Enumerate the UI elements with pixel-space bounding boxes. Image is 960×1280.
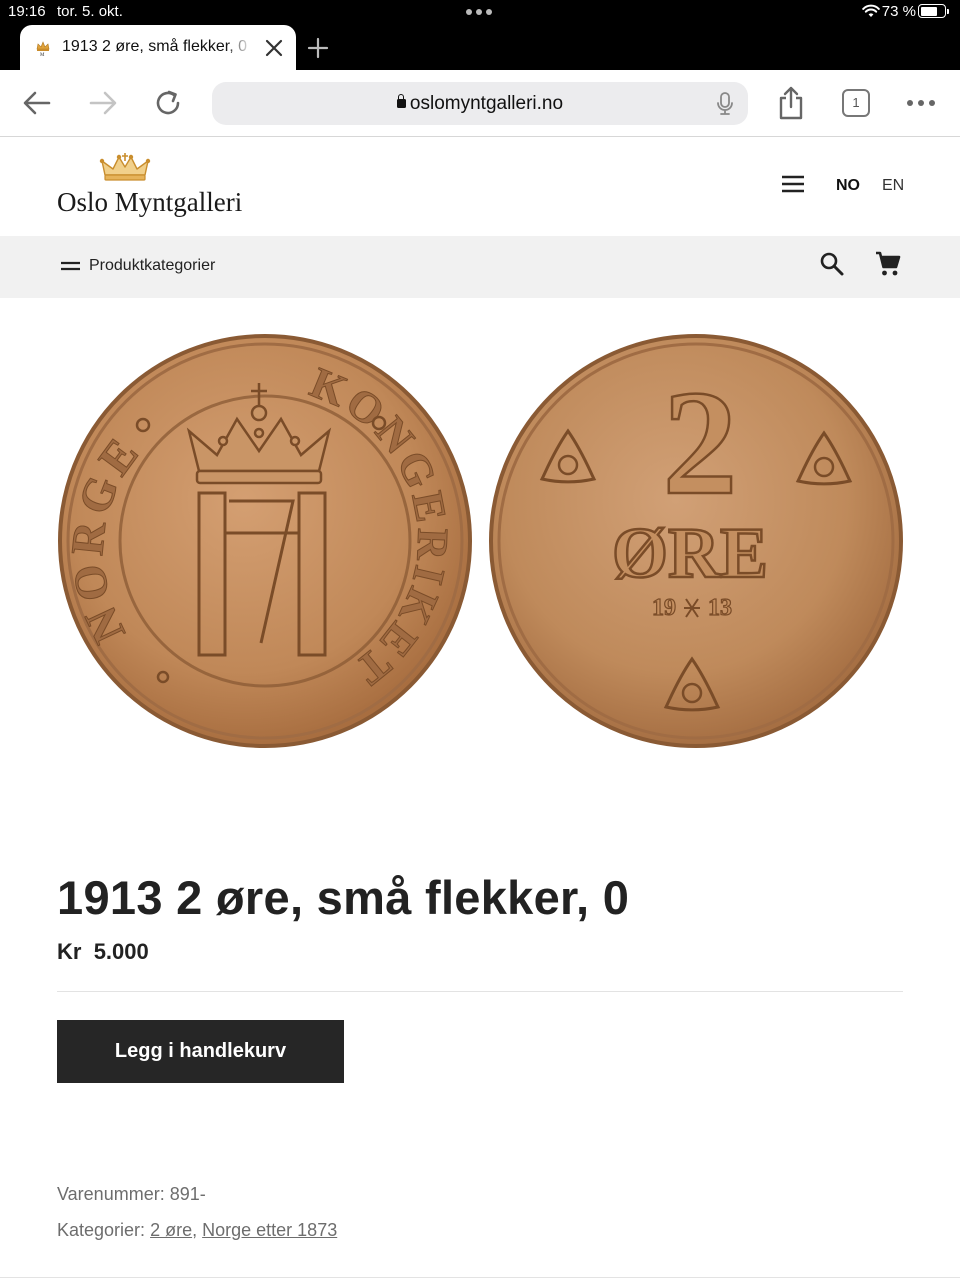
- browser-top-chrome: 19:16 tor. 5. okt. 73 % M 1913 2 øre, sm…: [0, 0, 960, 70]
- coin-unit: ØRE: [612, 513, 768, 593]
- product-categories: Kategorier: 2 øre, Norge etter 1873: [57, 1220, 337, 1241]
- coin-year-right: 13: [708, 595, 732, 621]
- status-date: tor. 5. okt.: [57, 3, 123, 20]
- browser-tab-active[interactable]: M 1913 2 øre, små flekker, 0: [20, 25, 296, 70]
- address-bar[interactable]: oslomyntgalleri.no: [212, 82, 748, 125]
- product-title: 1913 2 øre, små flekker, 0: [57, 871, 630, 924]
- categories-label: Kategorier:: [57, 1220, 146, 1240]
- coin-reverse-image[interactable]: 2 ØRE 19 13: [488, 333, 904, 749]
- multitasking-dots-icon[interactable]: [466, 9, 492, 15]
- coin-denomination: 2: [663, 360, 738, 526]
- status-time: 19:16: [8, 3, 46, 20]
- coin-obverse-image[interactable]: NORGE KONGERIKET H7: [57, 333, 473, 749]
- sku-value: 891-: [169, 1184, 206, 1204]
- coin-year-left: 19: [652, 595, 676, 621]
- logo-text-oslo: Oslo: [57, 187, 115, 217]
- crown-logo-icon: [99, 153, 151, 181]
- tabs-icon[interactable]: 1: [842, 89, 870, 117]
- more-icon[interactable]: [904, 86, 938, 120]
- price-amount: 5.000: [93, 939, 149, 964]
- back-arrow-icon[interactable]: [20, 86, 54, 120]
- battery-percent: 73 %: [881, 3, 916, 20]
- site-logo[interactable]: Oslo Myntgalleri: [57, 151, 247, 225]
- share-icon[interactable]: [774, 86, 808, 120]
- url-text: oslomyntgalleri.no: [409, 93, 564, 114]
- category-bar: Produktkategorier: [0, 236, 960, 298]
- cart-icon[interactable]: [874, 250, 902, 278]
- language-en[interactable]: EN: [882, 177, 904, 195]
- price-currency: Kr: [57, 939, 82, 964]
- sku-label: Varenummer:: [57, 1184, 165, 1204]
- add-to-cart-button[interactable]: Legg i handlekurv: [57, 1020, 344, 1083]
- plus-icon[interactable]: [306, 36, 330, 60]
- close-icon[interactable]: [264, 38, 284, 58]
- browser-toolbar: oslomyntgalleri.no 1: [0, 70, 960, 137]
- search-icon[interactable]: [819, 251, 845, 277]
- wifi-icon: [862, 4, 880, 17]
- site-header: Oslo Myntgalleri NO EN: [0, 137, 960, 236]
- category-link-norge-etter-1873[interactable]: Norge etter 1873: [202, 1220, 337, 1240]
- category-separator: ,: [192, 1220, 198, 1240]
- favicon-crown-icon: M: [36, 41, 50, 57]
- product-categories-label: Produktkategorier: [89, 257, 216, 274]
- divider: [57, 991, 903, 992]
- language-no[interactable]: NO: [836, 177, 860, 195]
- hamburger-menu-icon[interactable]: [781, 175, 805, 193]
- product-sku: Varenummer: 891-: [57, 1184, 206, 1205]
- svg-text:M: M: [40, 53, 45, 57]
- category-link-2-ore[interactable]: 2 øre: [150, 1220, 192, 1240]
- battery-icon: [918, 4, 949, 18]
- reload-icon[interactable]: [151, 86, 185, 120]
- logo-text-myntgalleri: Myntgalleri: [114, 187, 243, 217]
- menu-lines-icon: [61, 261, 80, 271]
- tab-title: 1913 2 øre, små flekker, 0: [62, 38, 247, 55]
- product-categories-menu[interactable]: Produktkategorier: [61, 257, 215, 275]
- lock-icon: [396, 94, 406, 108]
- product-price: Kr 5.000: [57, 939, 149, 965]
- divider: [0, 1277, 960, 1278]
- forward-arrow-icon[interactable]: [86, 86, 120, 120]
- microphone-icon[interactable]: [716, 92, 734, 116]
